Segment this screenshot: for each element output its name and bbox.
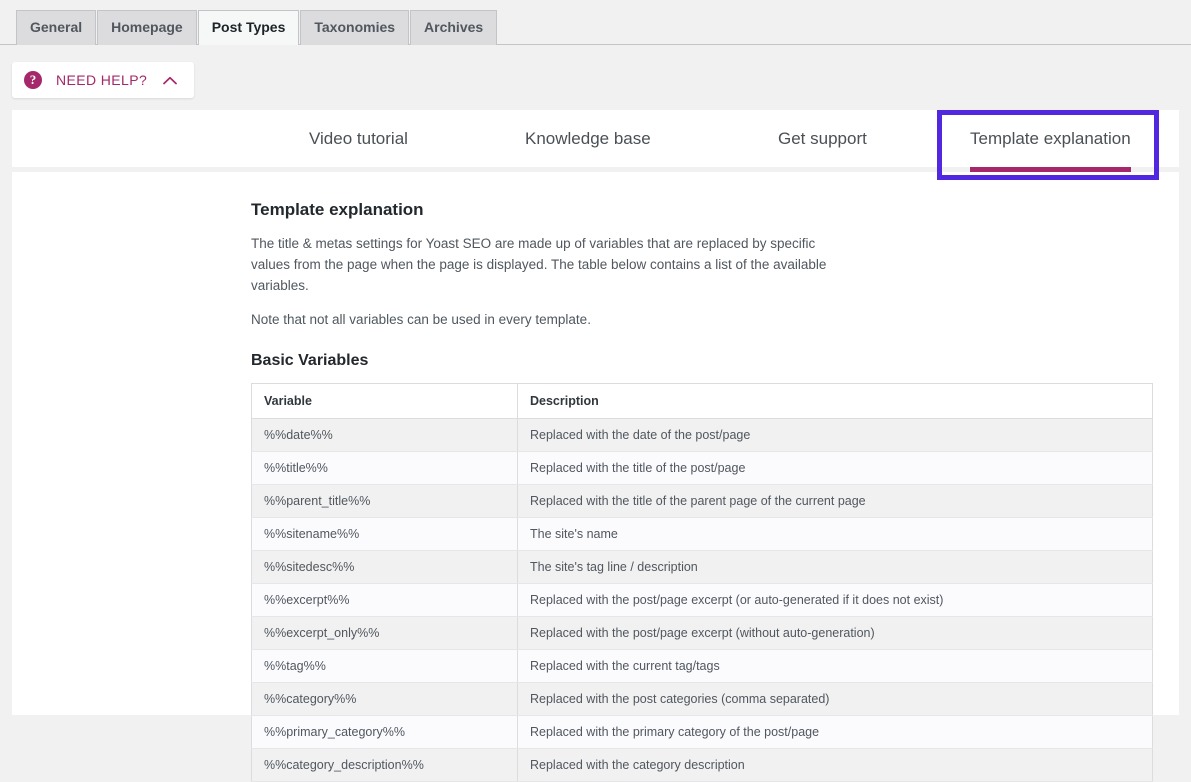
nav-tab-archives[interactable]: Archives: [410, 10, 498, 45]
cell-variable: %%category_description%%: [251, 748, 518, 782]
page-title: Template explanation: [251, 200, 424, 219]
cell-variable: %%sitedesc%%: [251, 550, 518, 584]
need-help-bar: ? NEED HELP?: [0, 45, 1191, 131]
nav-tab-homepage[interactable]: Homepage: [97, 10, 197, 45]
table-row: %%sitename%% The site's name: [251, 517, 1153, 551]
help-center-panel: Video tutorial Knowledge base Get support T…: [12, 110, 1179, 782]
cell-description: Replaced with the post/page excerpt (wit…: [517, 616, 1153, 650]
table-row: %%excerpt%% Replaced with the post/page e…: [251, 583, 1153, 617]
table-row: %%excerpt_only%% Replaced with the post/p…: [251, 616, 1153, 650]
chevron-up-icon[interactable]: [163, 76, 178, 85]
settings-tab-bar: General Homepage Post Types Taxonomies Archi…: [0, 0, 1191, 46]
help-center-tab-bar: Video tutorial Knowledge base Get support T…: [12, 110, 1179, 180]
cell-description: Replaced with the post categories (comma…: [517, 682, 1153, 716]
intro-paragraph-1: The title & metas settings for Yoast SEO…: [251, 236, 827, 293]
table-row: %%category%% Replaced with the post categ…: [251, 682, 1153, 716]
help-tab-knowledge-base[interactable]: Knowledge base: [525, 110, 651, 167]
column-header-variable: Variable: [251, 383, 518, 419]
template-explanation-content: Template explanation The title & metas s…: [12, 172, 1179, 782]
help-tab-video-tutorial[interactable]: Video tutorial: [309, 110, 408, 167]
cell-variable: %%title%%: [251, 451, 518, 485]
table-row: %%tag%% Replaced with the current tag/tag…: [251, 649, 1153, 683]
cell-description: Replaced with the date of the post/page: [517, 418, 1153, 452]
cell-description: Replaced with the post/page excerpt (or …: [517, 583, 1153, 617]
column-header-description: Description: [517, 383, 1153, 419]
help-tab-get-support[interactable]: Get support: [778, 110, 867, 167]
table-row: %%parent_title%% Replaced with the title …: [251, 484, 1153, 518]
cell-description: The site's tag line / description: [517, 550, 1153, 584]
nav-tab-taxonomies[interactable]: Taxonomies: [300, 10, 410, 45]
cell-variable: %%category%%: [251, 682, 518, 716]
question-mark-circle-icon: ?: [24, 71, 42, 89]
cell-description: Replaced with the title of the parent pa…: [517, 484, 1153, 518]
cell-description: Replaced with the primary category of th…: [517, 715, 1153, 749]
table-row: %%date%% Replaced with the date of the po…: [251, 418, 1153, 452]
help-tab-label: Get support: [778, 129, 867, 148]
help-tab-label: Video tutorial: [309, 129, 408, 148]
table-row: %%primary_category%% Replaced with the pr…: [251, 715, 1153, 749]
help-tab-template-explanation[interactable]: Template explanation: [970, 110, 1131, 172]
help-tab-label: Template explanation: [970, 129, 1131, 148]
variables-table: Variable Description %%date%% Replaced wi…: [251, 382, 1153, 782]
cell-description: Replaced with the title of the post/page: [517, 451, 1153, 485]
active-tab-underline: [970, 167, 1131, 172]
table-row: %%title%% Replaced with the title of the …: [251, 451, 1153, 485]
cell-variable: %%date%%: [251, 418, 518, 452]
need-help-button[interactable]: ? NEED HELP?: [12, 62, 194, 98]
cell-variable: %%excerpt%%: [251, 583, 518, 617]
table-row: %%sitedesc%% The site's tag line / descri…: [251, 550, 1153, 584]
cell-description: The site's name: [517, 517, 1153, 551]
table-header-row: Variable Description: [251, 383, 1153, 419]
need-help-label: NEED HELP?: [56, 72, 148, 88]
intro-paragraph-2: Note that not all variables can be used …: [251, 311, 591, 327]
cell-variable: %%primary_category%%: [251, 715, 518, 749]
basic-variables-title: Basic Variables: [251, 351, 369, 369]
cell-description: Replaced with the category description: [517, 748, 1153, 782]
cell-description: Replaced with the current tag/tags: [517, 649, 1153, 683]
cell-variable: %%sitename%%: [251, 517, 518, 551]
table-row: %%category_description%% Replaced with th…: [251, 748, 1153, 782]
help-tab-label: Knowledge base: [525, 129, 651, 148]
cell-variable: %%excerpt_only%%: [251, 616, 518, 650]
nav-tab-post-types[interactable]: Post Types: [197, 10, 300, 46]
cell-variable: %%parent_title%%: [251, 484, 518, 518]
cell-variable: %%tag%%: [251, 649, 518, 683]
nav-tab-general[interactable]: General: [16, 10, 97, 45]
